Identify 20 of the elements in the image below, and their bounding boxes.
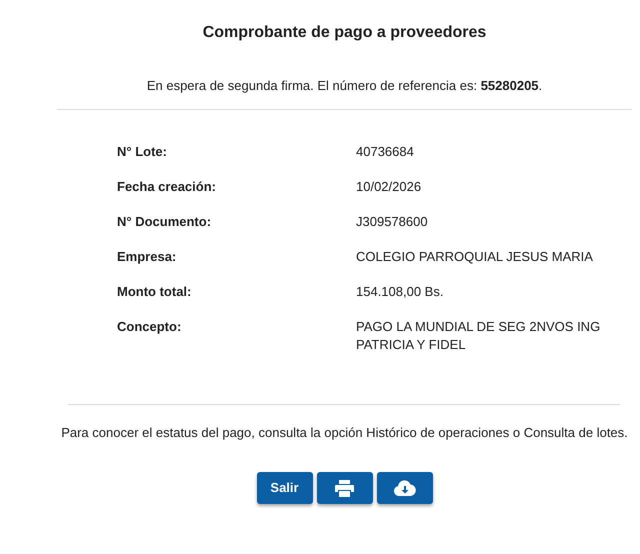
detail-label: N° Lote:	[117, 143, 168, 161]
detail-value: COLEGIO PARROQUIAL JESUS MARIA	[356, 248, 594, 266]
print-button[interactable]	[316, 472, 372, 504]
page-title: Comprobante de pago a proveedores	[202, 23, 488, 43]
footer-note: Para conocer el estatus del pago, consulta la opción Histórico de operaciones o Consulta de lotes.	[60, 424, 629, 442]
detail-value: 10/02/2026	[356, 178, 422, 196]
detail-label: Fecha creación:	[117, 178, 217, 196]
detail-value: 154.108,00 Bs.	[356, 283, 444, 301]
status-message: En espera de segunda firma. El número de referencia es: 55280205.	[146, 77, 544, 95]
detail-value: PAGO LA MUNDIAL DE SEG 2NVOS ING PATRICIA Y FIDEL	[356, 318, 602, 354]
detail-label: N° Documento:	[117, 213, 212, 231]
exit-button[interactable]: Salir	[256, 472, 312, 504]
detail-label: Monto total:	[117, 283, 192, 301]
detail-value: J309578600	[356, 213, 429, 231]
detail-label: Empresa:	[117, 248, 178, 266]
detail-label: Concepto:	[117, 318, 182, 336]
detail-value: 40736684	[356, 143, 415, 161]
cloud-download-icon	[394, 480, 416, 496]
printer-icon	[335, 480, 354, 496]
download-button[interactable]	[376, 472, 432, 504]
